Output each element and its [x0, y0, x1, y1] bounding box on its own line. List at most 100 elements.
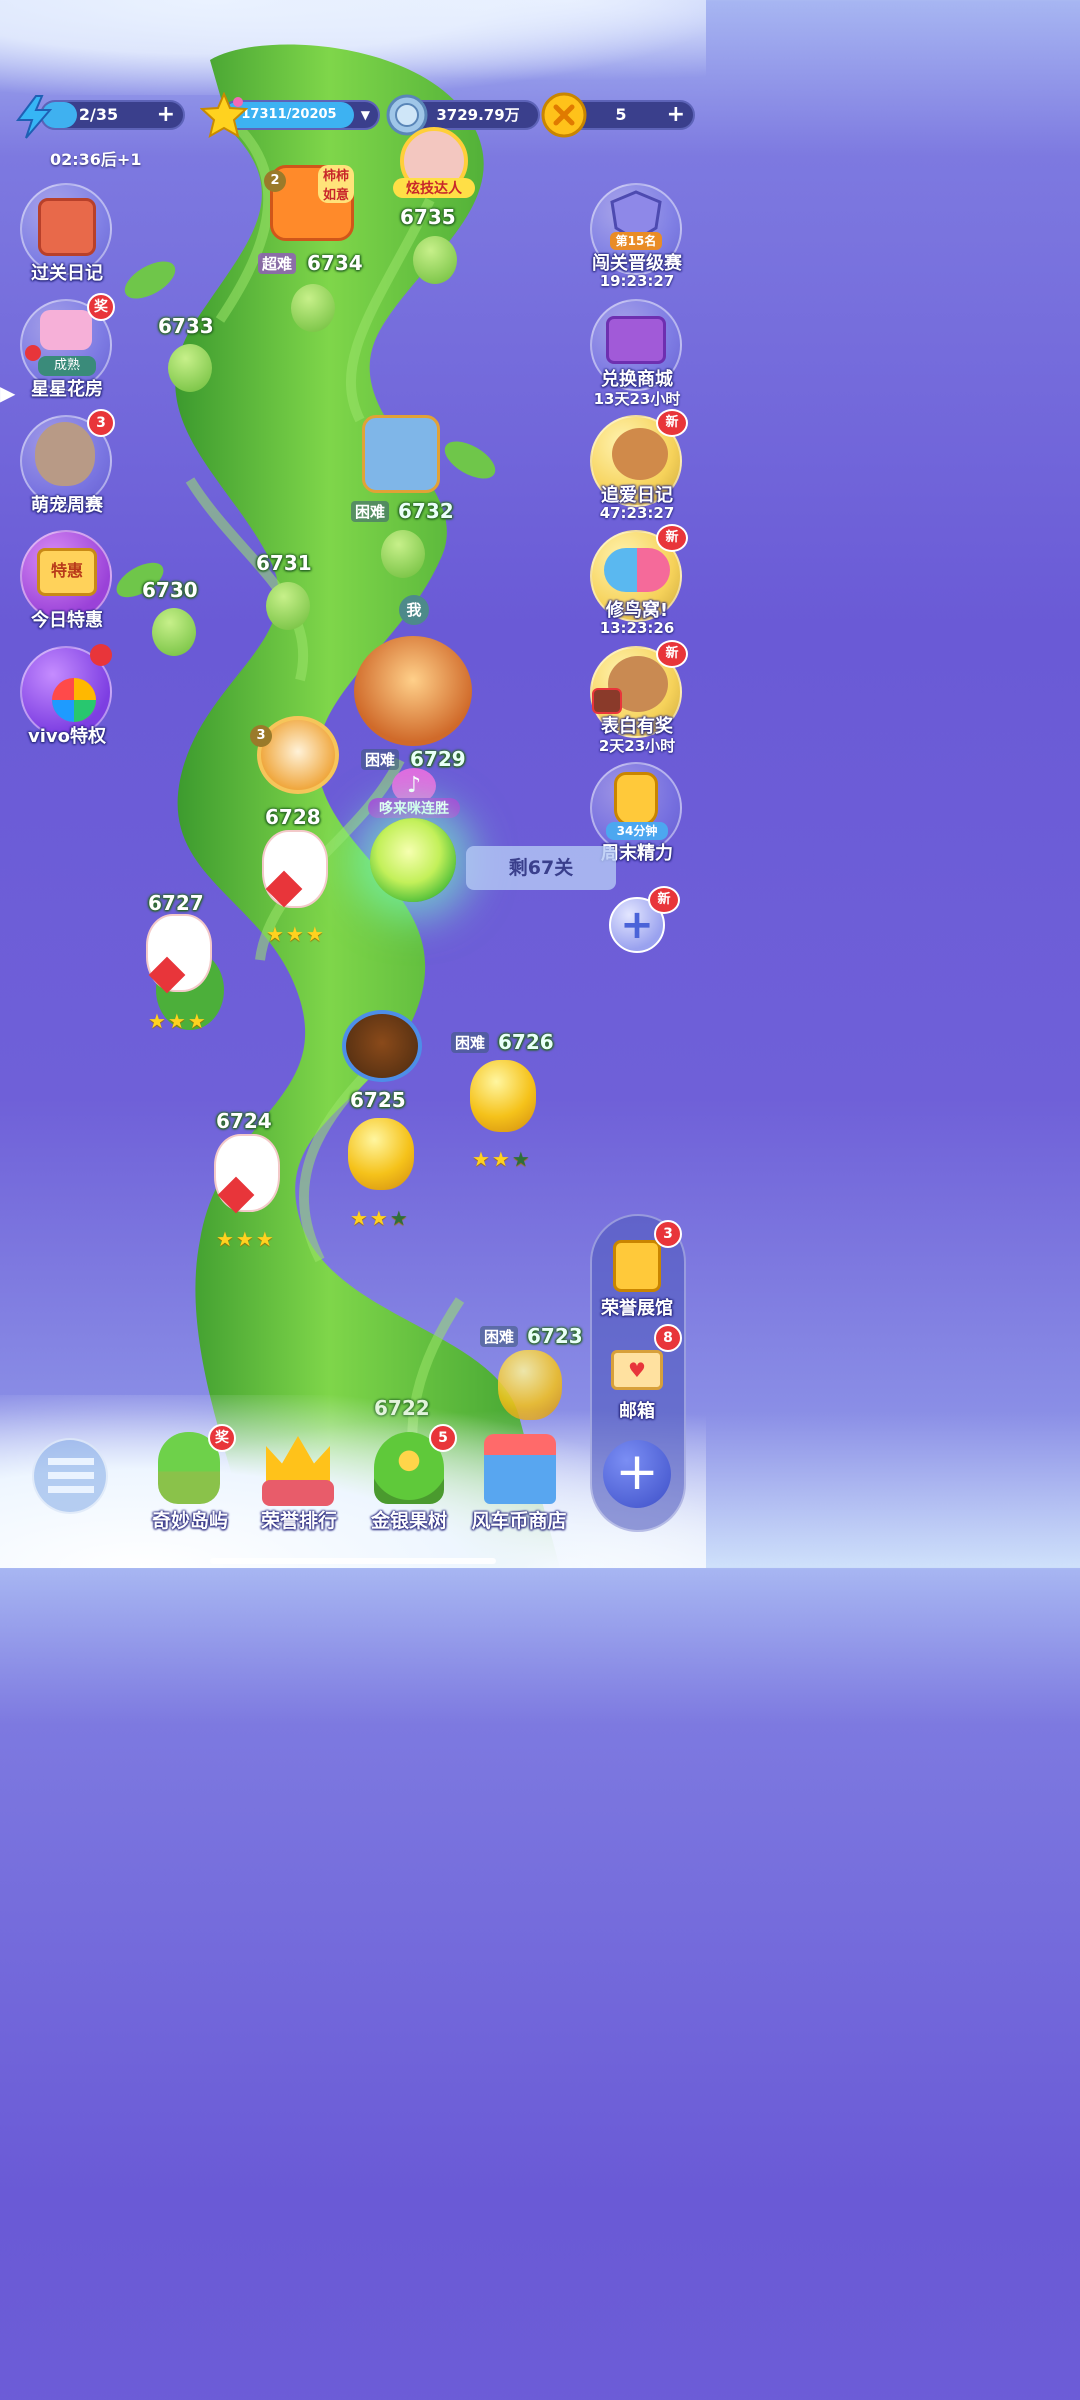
scarecrow-avatar-icon — [257, 716, 339, 794]
exchange-bag-icon — [606, 316, 666, 364]
nav-island-label: 奇妙岛屿 — [151, 1510, 228, 1532]
level-node-6726[interactable] — [470, 1060, 536, 1132]
honor-hall-badge: 3 — [654, 1220, 682, 1248]
energy-timer: 02:36后+1 — [50, 150, 142, 169]
stars-dropdown-icon[interactable]: ▼ — [361, 102, 370, 128]
rank-position: 第15名 — [610, 232, 662, 250]
greenhouse-status: 成熟 — [38, 356, 96, 376]
right-menu-confession-timer: 2天23小时 — [598, 737, 676, 755]
level-node-6731[interactable] — [266, 582, 310, 630]
level-node-6735[interactable] — [413, 236, 457, 284]
home-indicator — [210, 1558, 496, 1564]
star-rating: ★★★ — [148, 1009, 208, 1033]
level-node-6733[interactable] — [168, 344, 212, 392]
tokens-plus-button[interactable]: + — [667, 102, 685, 128]
love-diary-new-badge: 新 — [656, 409, 688, 437]
plus-icon: + — [615, 1442, 659, 1502]
left-menu-pet-weekly-label: 萌宠周赛 — [31, 495, 103, 516]
level-label: 6724 — [216, 1109, 272, 1133]
notification-dot — [25, 345, 41, 361]
greenhouse-reward-badge: 奖 — [87, 293, 115, 321]
difficulty-tag: 困难 — [351, 501, 390, 522]
bird-nest-new-badge: 新 — [656, 524, 688, 552]
level-node-6732[interactable] — [381, 530, 425, 578]
energy-bar[interactable]: 2/35 + — [40, 100, 185, 130]
streak-banner: 哆来咪连胜 — [368, 798, 460, 818]
mail-icon: ♥ — [611, 1350, 663, 1390]
tokens-value: 5 — [615, 105, 627, 124]
right-menu-bird-nest-timer: 13:23:26 — [599, 619, 675, 637]
star-rating: ★★★ — [350, 1206, 410, 1230]
remaining-levels-label: 剩67关 — [466, 846, 616, 890]
left-menu-vivo-label: vivo特权 — [27, 726, 106, 747]
left-menu-daily-deal-label: 今日特惠 — [31, 610, 103, 631]
sign-count-badge: 2 — [264, 170, 286, 192]
level-label: 6731 — [256, 551, 312, 575]
coins-value: 3729.79万 — [436, 106, 520, 124]
nav-money-tree-label: 金银果树 — [370, 1510, 447, 1532]
money-tree-badge: 5 — [429, 1424, 457, 1452]
level-label: 6727 — [148, 891, 204, 915]
cat-icon — [35, 422, 95, 486]
difficulty-tag: 困难 — [480, 1326, 519, 1347]
music-avatar-icon — [342, 1010, 422, 1082]
add-feature-new-badge: 新 — [648, 886, 680, 914]
energy-value: 2/35 — [78, 105, 119, 124]
weekend-energy-duration: 34分钟 — [606, 822, 668, 840]
chocolate-heart-icon — [592, 688, 622, 714]
left-menu-greenhouse-label: 星星花房 — [31, 379, 103, 400]
list-menu-icon — [48, 1458, 94, 1496]
potion-bottle-icon — [614, 772, 658, 826]
mailbox-badge: 8 — [654, 1324, 682, 1352]
level-label: 6730 — [142, 578, 198, 602]
podium-icon — [262, 1480, 334, 1506]
star-rating: ★★★ — [266, 922, 326, 946]
energy-plus-button[interactable]: + — [157, 102, 175, 128]
autumn-avatar-icon — [354, 636, 472, 746]
level-label: 6732 — [398, 499, 454, 523]
level-label: 6725 — [350, 1088, 406, 1112]
owl-avatar-icon — [362, 415, 440, 493]
mailbox-label: 邮箱 — [619, 1401, 655, 1422]
level-label: 6735 — [400, 205, 456, 229]
level-node-6725[interactable] — [348, 1118, 414, 1190]
level-label: 6723 — [527, 1324, 583, 1348]
nav-windmill-shop-label: 风车币商店 — [471, 1510, 567, 1532]
level-node-6734[interactable] — [291, 284, 335, 332]
pet-weekly-badge: 3 — [87, 409, 115, 437]
left-menu-diary-label: 过关日记 — [31, 263, 103, 284]
gold-token-icon — [541, 92, 587, 138]
honor-hall-label: 荣誉展馆 — [601, 1298, 673, 1319]
menu-button[interactable] — [32, 1438, 108, 1514]
level-label: 6734 — [307, 251, 363, 275]
avatar-count-badge: 3 — [250, 725, 272, 747]
my-position-marker: 我 — [399, 595, 429, 625]
right-menu-love-diary-timer: 47:23:27 — [599, 504, 675, 522]
star-icon — [200, 92, 248, 138]
difficulty-tag: 困难 — [451, 1032, 490, 1053]
right-menu-rank-timer: 19:23:27 — [599, 272, 675, 290]
notification-dot — [90, 644, 112, 666]
ribbon-icon — [40, 310, 92, 350]
level-node-6730[interactable] — [152, 608, 196, 656]
shop-stall-icon — [484, 1434, 556, 1504]
star-rating: ★★★ — [216, 1227, 276, 1251]
right-menu-exchange-timer: 13天23小时 — [593, 390, 681, 408]
current-level-node[interactable] — [370, 818, 456, 902]
level-label: 6728 — [265, 805, 321, 829]
confession-new-badge: 新 — [656, 640, 688, 668]
island-reward-badge: 奖 — [208, 1424, 236, 1452]
star-rating: ★★★ — [472, 1147, 532, 1171]
nav-honor-rank-label: 荣誉排行 — [260, 1510, 337, 1532]
honor-hall-icon — [613, 1240, 661, 1292]
vivo-logo-icon — [52, 678, 96, 722]
difficulty-tag: 困难 — [361, 749, 400, 770]
birds-icon — [604, 548, 670, 592]
difficulty-tag: 超难 — [258, 253, 297, 274]
expand-panel-button[interactable]: + — [603, 1440, 671, 1508]
diary-book-icon — [38, 198, 96, 256]
sign-title: 柿柿如意 — [318, 165, 354, 203]
shop-icon: 特惠 — [37, 548, 97, 596]
level-label: 6733 — [158, 314, 214, 338]
dog-icon — [612, 428, 668, 480]
